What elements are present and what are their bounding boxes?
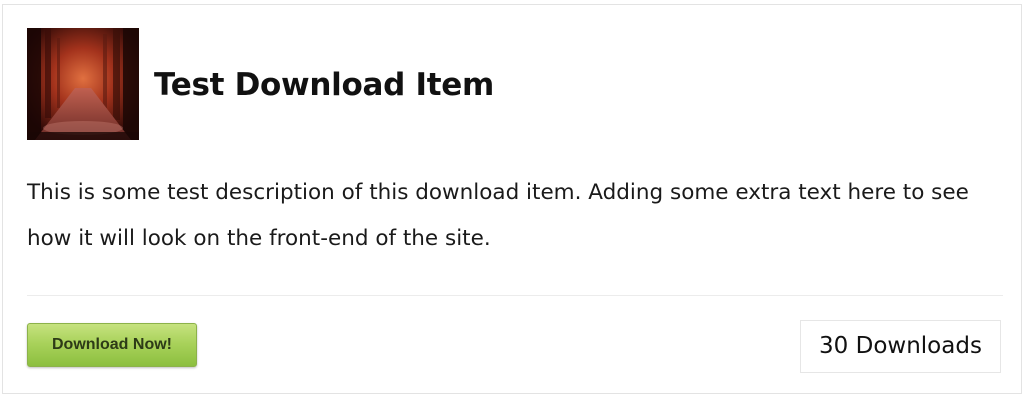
item-title: Test Download Item — [154, 67, 494, 103]
download-item-card: Test Download Item This is some test des… — [2, 4, 1022, 394]
item-description: This is some test description of this do… — [27, 180, 969, 251]
download-now-button[interactable]: Download Now! — [27, 323, 197, 367]
forest-path-image — [27, 28, 139, 140]
divider — [27, 295, 1003, 296]
download-count-badge: 30 Downloads — [800, 320, 1001, 373]
